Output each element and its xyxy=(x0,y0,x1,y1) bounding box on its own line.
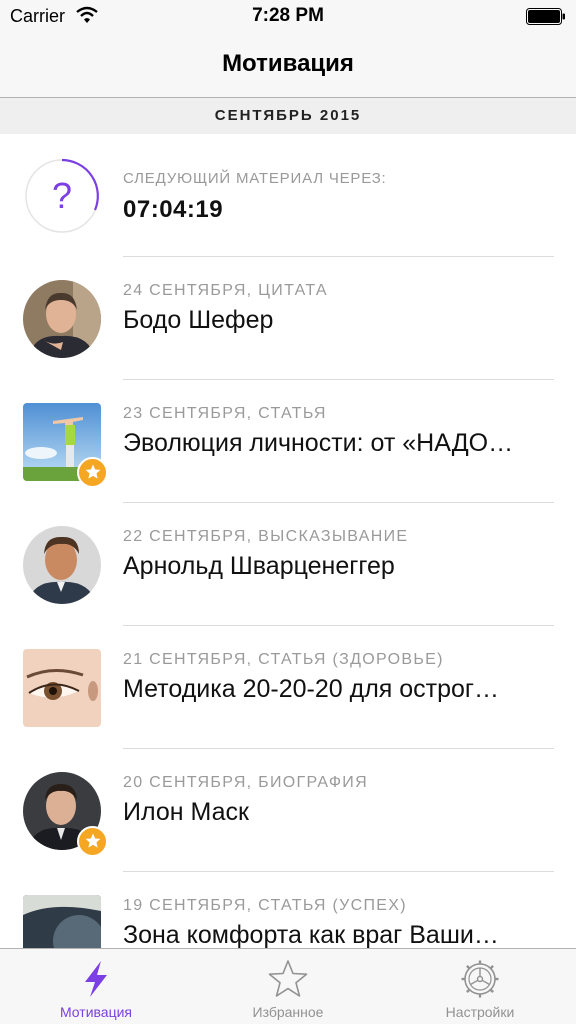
avatar xyxy=(23,280,101,358)
lightning-icon xyxy=(85,961,107,997)
item-title: Арнольд Шварценеггер xyxy=(123,552,395,580)
thumbnail-image xyxy=(23,649,101,727)
tab-favorites[interactable]: Избранное xyxy=(192,949,384,1024)
svg-text:?: ? xyxy=(52,175,72,216)
status-bar: Carrier 7:28 PM xyxy=(0,0,576,34)
list-item[interactable]: 24 СЕНТЯБРЯ, ЦИТАТА Бодо Шефер xyxy=(0,257,576,380)
avatar xyxy=(23,526,101,604)
item-meta: 22 СЕНТЯБРЯ, ВЫСКАЗЫВАНИЕ xyxy=(123,528,409,545)
item-meta: 21 СЕНТЯБРЯ, СТАТЬЯ (ЗДОРОВЬЕ) xyxy=(123,651,444,668)
question-mark-icon: ? xyxy=(25,158,99,233)
battery-icon xyxy=(526,8,565,25)
item-meta: 20 СЕНТЯБРЯ, БИОГРАФИЯ xyxy=(123,774,368,791)
tab-label: Избранное xyxy=(252,1004,324,1020)
next-material-row: ? СЛЕДУЮЩИЙ МАТЕРИАЛ ЧЕРЕЗ: 07:04:19 xyxy=(0,134,576,257)
section-header: СЕНТЯБРЬ 2015 xyxy=(0,98,576,134)
tab-settings[interactable]: Настройки xyxy=(384,949,576,1024)
tab-label: Настройки xyxy=(445,1004,515,1020)
item-title: Зона комфорта как враг Ваши… xyxy=(123,921,499,948)
star-icon xyxy=(268,960,308,997)
list-item[interactable]: 20 СЕНТЯБРЯ, БИОГРАФИЯ Илон Маск xyxy=(0,749,576,872)
status-time: 7:28 PM xyxy=(252,5,324,26)
list-item[interactable]: 22 СЕНТЯБРЯ, ВЫСКАЗЫВАНИЕ Арнольд Шварце… xyxy=(0,503,576,626)
item-title: Эволюция личности: от «НАДО… xyxy=(123,429,514,457)
page-title: Мотивация xyxy=(222,50,354,77)
thumbnail-image xyxy=(23,895,101,948)
tab-bar: Мотивация Избранное Настройки xyxy=(0,948,576,1024)
item-meta: 24 СЕНТЯБРЯ, ЦИТАТА xyxy=(123,282,328,299)
tab-motivation[interactable]: Мотивация xyxy=(0,949,192,1024)
favorite-badge-icon xyxy=(77,457,108,488)
item-title: Бодо Шефер xyxy=(123,306,274,334)
countdown-timer: 07:04:19 xyxy=(123,196,224,223)
section-title: СЕНТЯБРЬ 2015 xyxy=(214,107,362,124)
item-meta: 19 СЕНТЯБРЯ, СТАТЬЯ (УСПЕХ) xyxy=(123,897,407,914)
favorite-badge-icon xyxy=(77,826,108,857)
item-title: Илон Маск xyxy=(123,798,249,826)
list-item[interactable]: 21 СЕНТЯБРЯ, СТАТЬЯ (ЗДОРОВЬЕ) Методика … xyxy=(0,626,576,749)
list-item[interactable]: 19 СЕНТЯБРЯ, СТАТЬЯ (УСПЕХ) Зона комфорт… xyxy=(0,872,576,948)
item-meta: 23 СЕНТЯБРЯ, СТАТЬЯ xyxy=(123,405,327,422)
navigation-bar: Мотивация xyxy=(0,34,576,98)
content-list[interactable]: ? СЛЕДУЮЩИЙ МАТЕРИАЛ ЧЕРЕЗ: 07:04:19 24 … xyxy=(0,134,576,948)
tab-label: Мотивация xyxy=(59,1004,133,1020)
list-item[interactable]: 23 СЕНТЯБРЯ, СТАТЬЯ Эволюция личности: о… xyxy=(0,380,576,503)
next-material-label: СЛЕДУЮЩИЙ МАТЕРИАЛ ЧЕРЕЗ: xyxy=(123,170,387,187)
gear-icon xyxy=(461,960,499,998)
item-title: Методика 20-20-20 для острог… xyxy=(123,675,500,703)
